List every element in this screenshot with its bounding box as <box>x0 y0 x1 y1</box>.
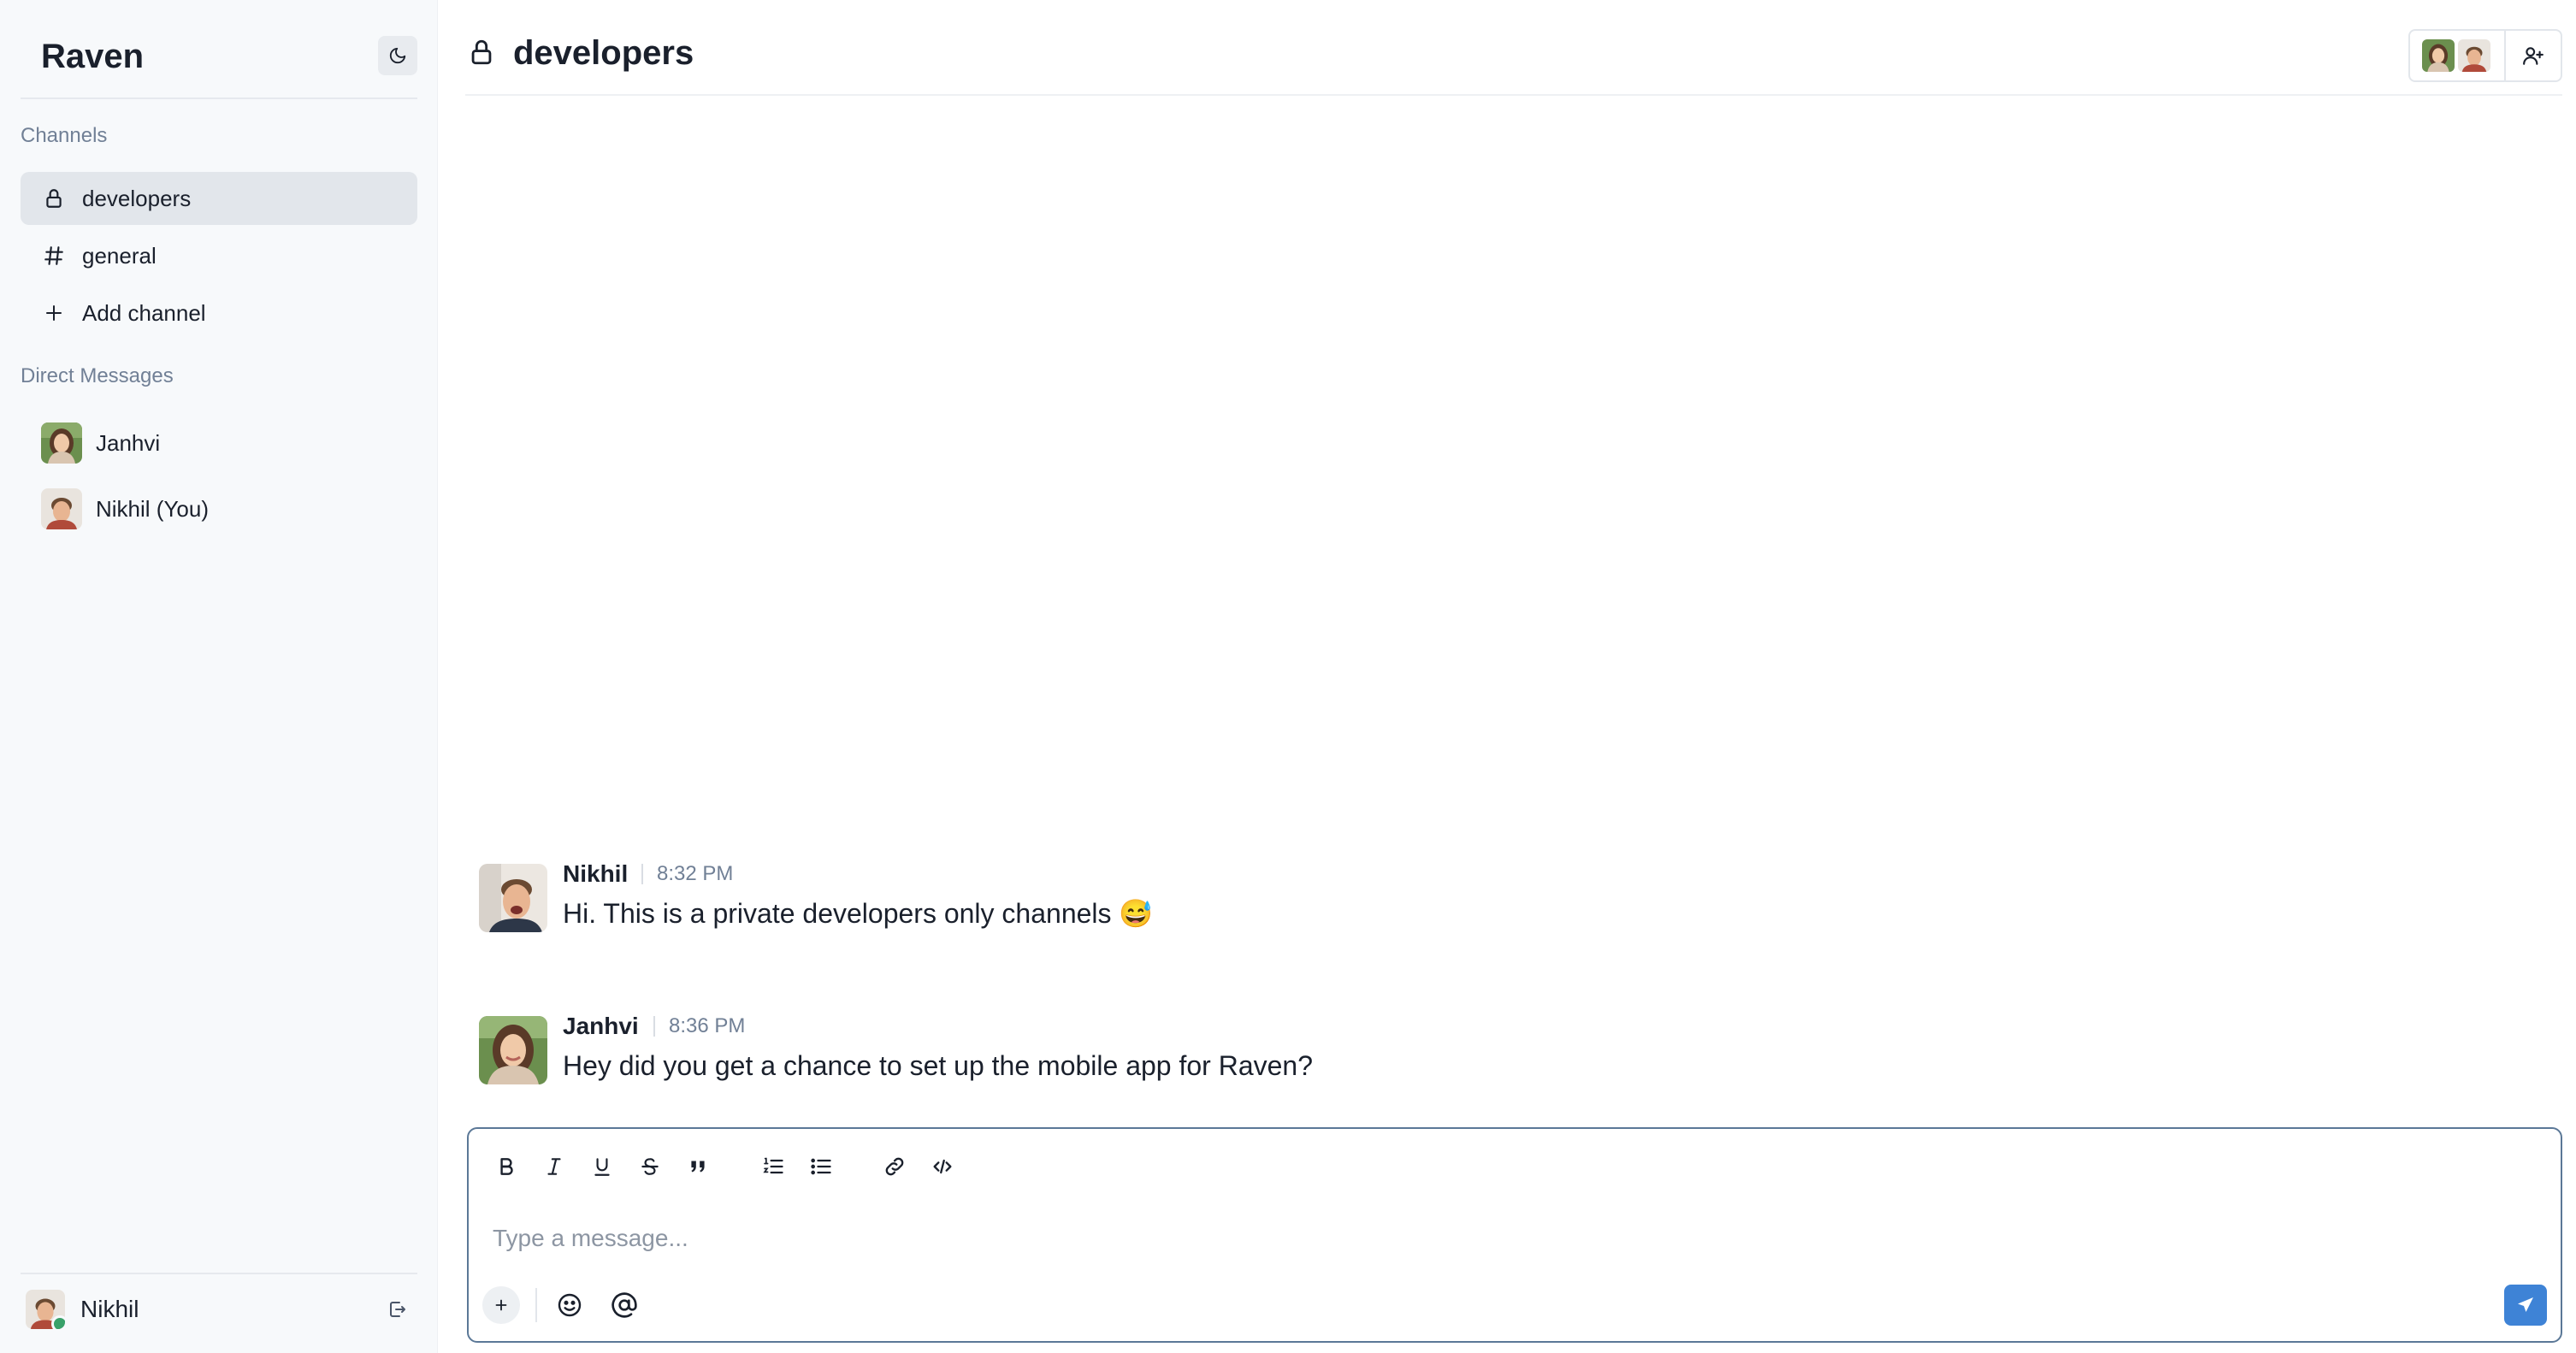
code-icon <box>931 1155 954 1179</box>
italic-icon <box>543 1155 565 1178</box>
hash-icon <box>41 243 67 269</box>
quote-button[interactable] <box>681 1149 715 1184</box>
strikethrough-icon <box>639 1155 661 1178</box>
composer-divider <box>535 1288 537 1322</box>
bullet-list-icon <box>809 1155 833 1179</box>
sidebar-channel-general[interactable]: general <box>21 229 417 282</box>
message-separator <box>653 1016 655 1037</box>
message-timestamp: 8:36 PM <box>669 1014 746 1037</box>
plus-icon <box>492 1296 511 1315</box>
link-icon <box>883 1155 907 1179</box>
message-item: Nikhil 8:32 PM Hi. This is a private dev… <box>477 859 2530 936</box>
sidebar-channel-developers[interactable]: developers <box>21 172 417 225</box>
at-sign-icon <box>611 1291 638 1319</box>
theme-toggle-button[interactable] <box>378 36 417 75</box>
sidebar-divider <box>21 1273 417 1274</box>
bold-button[interactable] <box>489 1149 523 1184</box>
message-author[interactable]: Janhvi <box>563 1011 639 1042</box>
online-status-dot <box>51 1315 65 1329</box>
app-title: Raven <box>41 38 145 75</box>
sidebar-divider <box>21 97 417 99</box>
avatar[interactable] <box>26 1290 65 1329</box>
message-item: Janhvi 8:36 PM Hey did you get a chance … <box>477 1011 2530 1088</box>
logout-icon <box>387 1299 408 1320</box>
message-composer <box>467 1127 2562 1343</box>
sidebar-channel-label: general <box>82 242 157 269</box>
send-icon <box>2515 1295 2536 1315</box>
channels-section-title: Channels <box>21 124 108 147</box>
message-text: Hey did you get a chance to set up the m… <box>563 1050 1313 1081</box>
smiley-icon <box>556 1291 583 1319</box>
dm-label: Janhvi <box>96 429 161 456</box>
add-channel-label: Add channel <box>82 299 206 326</box>
avatar[interactable] <box>479 864 547 932</box>
avatar <box>2422 39 2455 72</box>
italic-button[interactable] <box>537 1149 571 1184</box>
channel-title: developers <box>513 34 694 72</box>
send-button[interactable] <box>2504 1285 2547 1326</box>
add-user-icon <box>2522 44 2544 67</box>
underline-button[interactable] <box>585 1149 619 1184</box>
message-input[interactable] <box>493 1218 2460 1259</box>
mention-button[interactable] <box>606 1286 643 1324</box>
lock-icon <box>467 38 496 67</box>
message-timestamp: 8:32 PM <box>657 862 734 885</box>
avatar <box>41 422 82 464</box>
underline-icon <box>591 1155 613 1178</box>
current-user-name: Nikhil <box>80 1296 139 1322</box>
sidebar-dm-nikhil[interactable]: Nikhil (You) <box>21 482 417 535</box>
add-member-button[interactable] <box>2506 44 2561 67</box>
link-button[interactable] <box>877 1149 912 1184</box>
plus-icon <box>41 300 67 326</box>
direct-messages-section-title: Direct Messages <box>21 364 174 387</box>
code-button[interactable] <box>925 1149 960 1184</box>
sidebar: Raven Channels developers general Add ch… <box>0 0 438 1353</box>
message-separator <box>641 864 643 884</box>
channel-members-button[interactable] <box>2408 29 2562 82</box>
message-author[interactable]: Nikhil <box>563 859 628 889</box>
moon-icon <box>388 46 407 65</box>
emoji-button[interactable] <box>551 1286 588 1324</box>
message-text: Hi. This is a private developers only ch… <box>563 898 1154 929</box>
sidebar-channel-label: developers <box>82 185 192 211</box>
channel-header: developers <box>465 0 2562 96</box>
logout-button[interactable] <box>378 1290 417 1329</box>
bold-icon <box>495 1155 517 1178</box>
sidebar-dm-janhvi[interactable]: Janhvi <box>21 417 417 470</box>
quote-icon <box>687 1155 709 1178</box>
avatar <box>2458 39 2490 72</box>
bullet-list-button[interactable] <box>804 1149 838 1184</box>
member-avatars[interactable] <box>2410 31 2506 80</box>
ordered-list-button[interactable] <box>756 1149 790 1184</box>
lock-icon <box>41 186 67 211</box>
ordered-list-icon <box>761 1155 785 1179</box>
dm-label: Nikhil (You) <box>96 495 209 522</box>
attach-button[interactable] <box>482 1286 520 1324</box>
avatar <box>41 488 82 529</box>
add-channel-button[interactable]: Add channel <box>21 287 417 340</box>
avatar[interactable] <box>479 1016 547 1084</box>
strikethrough-button[interactable] <box>633 1149 667 1184</box>
current-user-bar: Nikhil <box>26 1288 417 1331</box>
